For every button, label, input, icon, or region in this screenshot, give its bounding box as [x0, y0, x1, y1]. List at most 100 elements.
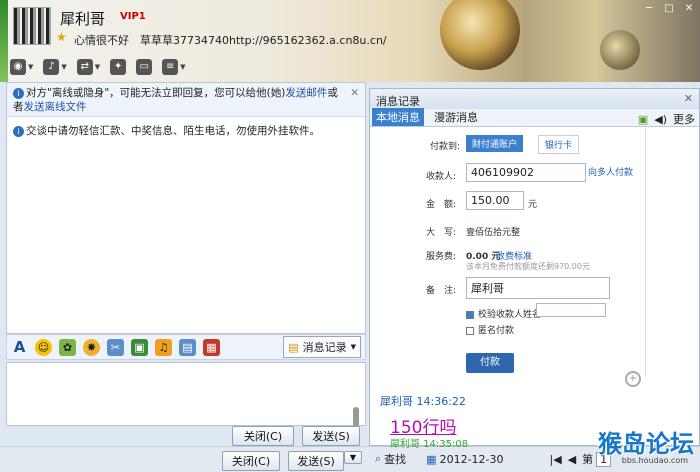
screen-share-button[interactable]: ▭ — [134, 57, 154, 77]
history-tabs: 本地消息 漫游消息 ▣ ◀) 更多 — [370, 108, 699, 127]
send-options-dropdown[interactable]: ▼ — [344, 451, 362, 464]
decorative-orb — [440, 0, 520, 70]
search-button[interactable]: ⌕ 查找 — [375, 451, 406, 467]
tab-roaming-messages[interactable]: 漫游消息 — [430, 108, 482, 126]
security-warning: i 交谈中请勿轻信汇款、中奖信息、陌生电话，勿使用外挂软件。 — [13, 123, 320, 138]
chevron-down-icon: ▼ — [350, 343, 356, 351]
search-label: 查找 — [384, 453, 407, 466]
calendar-icon: ▦ — [426, 452, 437, 466]
shake-icon[interactable]: ✸ — [83, 338, 100, 356]
emoji-icon[interactable]: ☺ — [35, 338, 52, 356]
upper-label: 大 写: — [426, 228, 457, 238]
chevron-down-icon: ▼ — [28, 63, 34, 71]
check-anonymous-label: 匿名付款 — [478, 326, 515, 336]
transfer-icon: ⇄ — [76, 59, 93, 75]
close-button[interactable]: 关闭(C) — [232, 426, 294, 446]
image-icon[interactable]: ▣ — [131, 338, 148, 356]
method-tenpay: 财付通账户 — [466, 135, 524, 152]
send-mail-link[interactable]: 发送邮件 — [285, 87, 327, 99]
prev-page-icon: ◀ — [567, 452, 577, 466]
chevron-down-icon: ▼ — [180, 63, 186, 71]
multi-pay-link: 向多人付款 — [588, 168, 634, 178]
mood-text: 心情很不好 — [74, 34, 129, 47]
checkbox-checked — [466, 310, 474, 319]
app-button[interactable]: ✦ — [108, 57, 128, 77]
magic-emoji-icon[interactable]: ✿ — [59, 338, 76, 356]
app-icon: ✦ — [110, 59, 127, 75]
upper-value: 壹佰伍拾元整 — [466, 228, 521, 238]
close-icon[interactable]: ✕ — [684, 92, 693, 105]
info-icon: i — [13, 88, 24, 99]
close-button-main[interactable]: 关闭(C) — [222, 451, 280, 471]
amount-label: 金 额: — [426, 200, 457, 210]
vip-badge[interactable]: VIP1 — [120, 11, 146, 22]
maximize-button[interactable]: □ — [660, 2, 678, 16]
zoom-icon[interactable]: + — [625, 371, 641, 387]
payment-screenshot: 付款到: 财付通账户 银行卡 收款人: 406109902 向多人付款 金 额:… — [370, 127, 646, 377]
export-icon[interactable]: ▣ — [638, 113, 648, 126]
message-input[interactable] — [6, 362, 366, 427]
video-button[interactable]: ◉ ▼ — [8, 57, 35, 77]
format-toolbar: A ☺ ✿ ✸ ✂ ▣ ♫ ▤ ▦ ▤ 消息记录 ▼ — [6, 334, 366, 360]
transfer-file-button[interactable]: ⇄ ▼ — [75, 57, 102, 77]
signature-text: 草草草37734740http://965162362.a.cn8u.cn/ — [140, 34, 387, 47]
chevron-down-icon: ▼ — [94, 63, 101, 71]
message-history-button[interactable]: ▤ 消息记录 ▼ — [283, 336, 361, 358]
screen-capture-icon[interactable]: ▤ — [179, 338, 196, 356]
checkbox-unchecked — [466, 326, 474, 335]
message-sender: 犀利哥 — [380, 395, 413, 408]
document-button[interactable]: ≡ ▼ — [160, 57, 187, 77]
message-time: 14:36:22 — [416, 395, 466, 408]
screenshot-icon[interactable]: ✂ — [107, 338, 124, 356]
avatar[interactable] — [13, 7, 51, 45]
payee-label: 收款人: — [426, 172, 457, 182]
decorative-orb-small — [600, 30, 640, 70]
first-page-button[interactable]: |◀ — [550, 453, 562, 466]
more-button[interactable]: 更多 — [673, 111, 695, 127]
screen-icon: ▭ — [136, 59, 153, 75]
send-button[interactable]: 发送(S) — [302, 426, 360, 446]
inner-button-row: 关闭(C) 发送(S) — [232, 426, 360, 446]
fee-note: 该本月免费付款额度还剩970.00元 — [466, 262, 590, 271]
history-label: 消息记录 — [302, 341, 347, 354]
close-window-button[interactable]: ✕ — [680, 2, 698, 16]
warning-text: 交谈中请勿轻信汇款、中奖信息、陌生电话，勿使用外挂软件。 — [26, 125, 320, 137]
send-offline-file-link[interactable]: 发送离线文件 — [24, 101, 87, 113]
date-picker[interactable]: ▦ 2012-12-30 — [426, 453, 503, 466]
check-anonymous: 匿名付款 — [466, 323, 514, 336]
history-title: 消息记录 — [376, 95, 420, 108]
minimize-button[interactable]: ─ — [640, 2, 658, 16]
close-icon[interactable]: ✕ — [350, 86, 359, 100]
gift-icon[interactable]: ▦ — [203, 338, 220, 356]
verify-name-field — [536, 303, 606, 317]
mic-icon: ♪ — [43, 59, 60, 75]
font-icon[interactable]: A — [11, 338, 28, 356]
message-header: 犀利哥 14:36:22 — [380, 393, 466, 409]
star-icon: ★ — [56, 30, 67, 44]
doc-icon: ≡ — [162, 59, 179, 75]
history-title-bar: 消息记录 ✕ — [370, 89, 699, 109]
video-icon: ◉ — [10, 59, 26, 75]
check-verify-name: 校验收款人姓名 — [466, 307, 541, 320]
chevron-down-icon: ▼ — [61, 63, 67, 71]
chat-display-area[interactable]: i 对方"离线或隐身"，可能无法立即回复，您可以给他(她)发送邮件或者发送离线文件… — [6, 82, 366, 334]
history-tools: ▣ ◀) 更多 — [638, 111, 695, 127]
first-page-icon: |◀ — [549, 452, 562, 466]
fee-label: 服务费: — [426, 252, 457, 262]
contact-nickname: 犀利哥 — [60, 10, 106, 28]
music-icon[interactable]: ♫ — [155, 338, 172, 356]
voice-button[interactable]: ♪ ▼ — [41, 57, 68, 77]
memo-field: 犀利哥 — [466, 277, 610, 299]
left-edge-strip — [0, 0, 8, 82]
scrollbar[interactable] — [353, 407, 359, 427]
check-verify-label: 校验收款人姓名 — [478, 310, 542, 320]
amount-unit: 元 — [528, 200, 538, 210]
tab-local-messages[interactable]: 本地消息 — [372, 108, 424, 126]
send-button-main[interactable]: 发送(S) — [288, 451, 344, 471]
prev-page-button[interactable]: ◀ — [568, 453, 576, 466]
message-history-panel: 消息记录 ✕ 本地消息 漫游消息 ▣ ◀) 更多 付款到: 财付通账户 银行卡 收… — [369, 88, 700, 450]
sound-icon[interactable]: ◀) — [654, 113, 667, 126]
history-icon: ▤ — [288, 340, 299, 354]
pay-button: 付款 — [466, 353, 514, 373]
notice-text1: 对方"离线或隐身"，可能无法立即回复，您可以给他(她) — [26, 87, 286, 99]
